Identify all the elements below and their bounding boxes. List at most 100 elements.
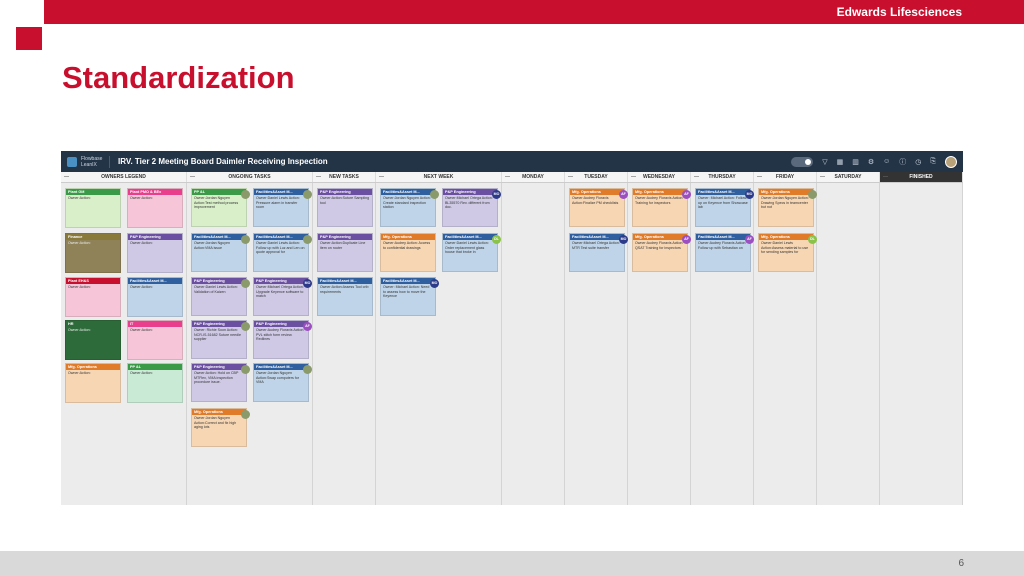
collapse-icon[interactable]: — [505,172,510,183]
collapse-icon[interactable]: — [883,172,888,183]
card-body: Owner:Action: [68,196,91,200]
task-card[interactable]: Facilities&Asset M... Owner:Daniel Lewis … [253,233,312,272]
task-card[interactable]: PP &L Owner:Jordan Nguyen Action:Test met… [191,188,250,227]
task-card[interactable]: HR Owner:Action: [65,320,121,360]
column-header-mon[interactable]: — MONDAY [502,172,565,182]
card-body: Owner:Action: [68,241,91,245]
column-header-fri[interactable]: — FRIDAY [754,172,817,182]
task-card[interactable]: Mfg. Operations Owner:Audrey Floravis Act… [569,188,628,227]
owner-avatar[interactable]: MO [492,190,501,199]
task-card[interactable]: Facilities&Asset M... Owner:Action: [127,277,183,317]
filter-icon[interactable]: ▽ [822,158,827,166]
column-header-tue[interactable]: — TUESDAY [565,172,628,182]
task-card[interactable]: IT Owner:Action: [127,320,183,360]
collapse-icon[interactable]: — [379,172,384,183]
task-card[interactable]: P&P Engineering Owner:Action:Duplicate Li… [317,233,373,272]
task-card[interactable]: Facilities&Asset M... Owner:Audrey Florav… [695,233,754,272]
task-card[interactable]: Facilities&Asset M... Owner:Michael Orteg… [569,233,628,272]
task-card[interactable]: Facilities&Asset M... Owner:Jordan Nguyen… [191,233,250,272]
card-body: Owner:Jordan Nguyen Action:Swap computer… [256,371,299,385]
users-icon[interactable]: ☺ [883,158,890,165]
task-card[interactable]: P&P Engineering Owner:Action: Hold on CBP… [191,363,250,402]
collapse-icon[interactable]: — [694,172,699,183]
owner-avatar[interactable] [241,279,250,288]
collapse-icon[interactable]: — [568,172,573,183]
card-body: Owner:Action: [130,371,153,375]
column-header-wed[interactable]: — WEDNESDAY [628,172,691,182]
owner-avatar[interactable] [303,235,312,244]
task-card[interactable]: Facilities&Asset M... Owner:Action:Assess… [317,277,373,316]
column-header-fin[interactable]: — FINISHED [880,172,963,182]
info-icon[interactable]: ⓘ [899,157,906,167]
owner-avatar[interactable] [241,190,250,199]
task-card[interactable]: Mfg. Operations Owner:Audrey Floravis Act… [632,188,691,227]
collapse-icon[interactable]: — [64,172,69,183]
column-header-next[interactable]: — NEXT WEEK [376,172,502,182]
column-header-owners[interactable]: — OWNERS LEGEND [61,172,187,182]
task-card[interactable]: P&P Engineering Owner:Michael Ortega Acti… [253,277,312,316]
owner-avatar[interactable]: DL [808,235,817,244]
owner-avatar[interactable]: MO [303,279,312,288]
owner-avatar[interactable]: MO [430,279,439,288]
task-card[interactable]: Facilities&Asset M... Owner:Daniel Lewis … [253,188,312,227]
task-card[interactable]: P&P Engineering Owner:Action:Suture Sampl… [317,188,373,227]
task-card[interactable]: Mfg. Operations Owner:Jordan Nguyen Actio… [758,188,817,227]
task-card[interactable]: Mfg. Operations Owner:Jordan Nguyen Actio… [191,408,250,447]
owner-avatar[interactable]: AF [745,235,754,244]
collapse-icon[interactable]: — [631,172,636,183]
owner-avatar[interactable] [303,365,312,374]
column-header-sat[interactable]: — SATURDAY [817,172,880,182]
owner-avatar[interactable] [241,365,250,374]
card-body: Owner:Michael Ortega Action: BL35570 Rev… [445,196,493,210]
task-card[interactable]: P&P Engineering Owner:Daniel Lewis Action… [191,277,250,316]
task-card[interactable]: Facilities&Asset M... Owner:Jordan Nguyen… [380,188,439,227]
share-icon[interactable]: ⎘ [930,158,936,166]
owner-avatar[interactable] [241,235,250,244]
chart-icon[interactable]: ▥ [852,158,859,166]
collapse-icon[interactable]: — [190,172,195,183]
collapse-icon[interactable]: — [757,172,762,183]
owner-avatar[interactable]: AF [682,190,691,199]
owner-avatar[interactable] [430,190,439,199]
settings-icon[interactable]: ⚙ [868,158,874,166]
user-avatar[interactable] [945,155,957,168]
task-card[interactable]: Facilities&Asset M... Owner:Daniel Lewis … [442,233,501,272]
task-card[interactable]: Plant GM Owner:Action: [65,188,121,228]
task-card[interactable]: Plant EH&S Owner:Action: [65,277,121,317]
owner-avatar[interactable]: AF [303,322,312,331]
owner-avatar[interactable] [808,190,817,199]
card-body: Owner:Daniel Lewis Action: Follow up wit… [256,241,305,255]
owner-avatar[interactable]: MO [745,190,754,199]
collapse-icon[interactable]: — [820,172,825,183]
column-header-ongoing[interactable]: — ONGOING TASKS [187,172,313,182]
task-card[interactable]: Mfg. Operations Owner:Action: [65,363,121,403]
toggle-icon[interactable] [791,156,814,167]
task-card[interactable]: Facilities&Asset M... Owner: Michael Acti… [695,188,754,227]
owner-avatar[interactable] [303,190,312,199]
task-card[interactable]: Finance Owner:Action: [65,233,121,273]
task-card[interactable]: P&P Engineering Owner:Action: [127,233,183,273]
task-card[interactable]: Facilities&Asset M... Owner: Michael Acti… [380,277,439,316]
grid-icon[interactable]: ▦ [837,158,844,166]
clock-icon[interactable]: ◷ [915,158,921,166]
task-card[interactable]: Plant PMO & BEx Owner:Action: [127,188,183,228]
task-card[interactable]: Mfg. Operations Owner:Audrey Action: Acce… [380,233,436,272]
collapse-icon[interactable]: — [316,172,321,183]
card-body: Owner:Jordan Nguyen Action:Test method p… [194,196,239,210]
task-card[interactable]: Mfg. Operations Owner:Audrey Floravis Act… [632,233,691,272]
owner-avatar[interactable]: AF [682,235,691,244]
task-card[interactable]: PP &L Owner:Action: [127,363,183,403]
task-card[interactable]: Mfg. Operations Owner:Daniel Lewis Action… [758,233,817,272]
column-header-new[interactable]: — NEW TASKS [313,172,376,182]
column-next: Facilities&Asset M... Owner:Jordan Nguyen… [376,183,502,505]
owner-avatar[interactable]: MO [619,235,628,244]
owner-avatar[interactable] [241,410,250,419]
owner-avatar[interactable]: AF [619,190,628,199]
task-card[interactable]: P&P Engineering Owner:Audrey Floravis Act… [253,320,312,359]
task-card[interactable]: P&P Engineering Owner:Michael Ortega Acti… [442,188,501,227]
owner-avatar[interactable]: DL [492,235,501,244]
column-header-thu[interactable]: — THURSDAY [691,172,754,182]
task-card[interactable]: P&P Engineering Owner: Richie Soon Action… [191,320,250,359]
task-card[interactable]: Facilities&Asset M... Owner:Jordan Nguyen… [253,363,312,402]
owner-avatar[interactable] [241,322,250,331]
